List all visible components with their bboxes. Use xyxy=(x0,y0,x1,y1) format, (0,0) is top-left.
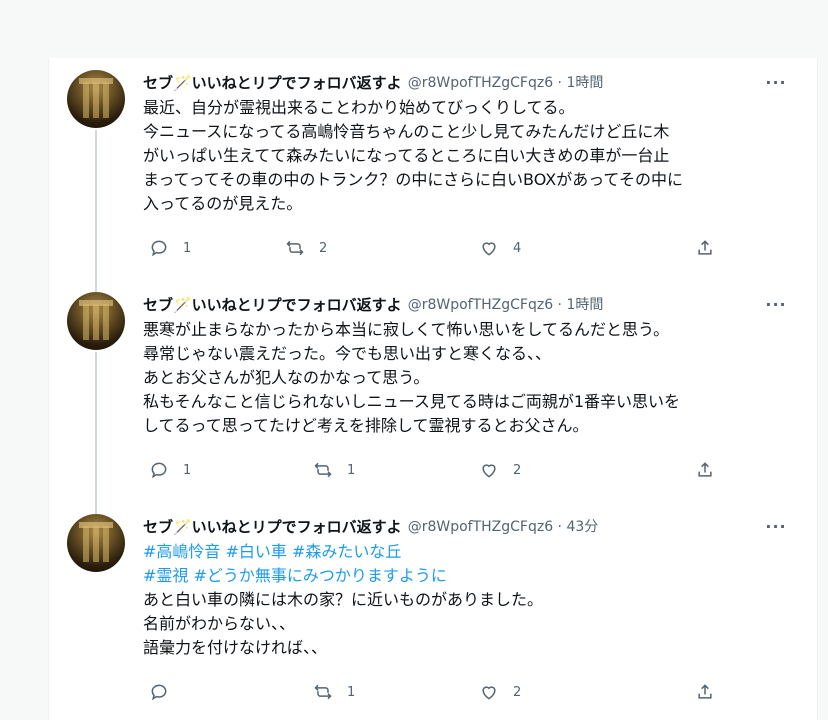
share-button[interactable] xyxy=(695,458,715,482)
hashtag-line[interactable]: #霊視 #どうか無事にみつかりますように xyxy=(143,564,803,588)
thread-connector xyxy=(95,130,97,282)
retweet-button[interactable]: 1 xyxy=(313,680,355,704)
like-icon xyxy=(482,686,496,700)
like-count: 2 xyxy=(513,462,522,478)
like-count: 2 xyxy=(513,684,522,700)
tweet-text-line: 入ってるのが見えた。 xyxy=(143,194,303,213)
tweet-text: #高嶋怜音 #白い車 #森みたいな丘 #霊視 #どうか無事にみつかりますように … xyxy=(143,540,803,660)
tweet-header: セブ🪄いいねとリプでフォロバ返すよ @r8WpofTHZgCFqz6 · 1時間 xyxy=(143,292,783,316)
tweet-text-line: 尋常じゃない震えだった。今でも思い出すと寒くなる、、 xyxy=(143,344,552,363)
avatar[interactable] xyxy=(67,70,125,128)
thread-connector xyxy=(95,280,97,292)
like-button[interactable]: 2 xyxy=(479,680,521,704)
display-name[interactable]: セブ🪄いいねとリプでフォロバ返すよ xyxy=(143,294,402,315)
handle-and-time[interactable]: @r8WpofTHZgCFqz6 · 1時間 xyxy=(408,72,604,92)
display-name[interactable]: セブ🪄いいねとリプでフォロバ返すよ xyxy=(143,516,402,537)
tweet-text-line: まってってその車の中のトランク？の中にさらに白いBOXがあってその中に xyxy=(143,170,683,189)
tweet-text-line: がいっぱい生えてて森みたいになってるところに白い大きめの車が一台止 xyxy=(143,146,670,165)
like-button[interactable]: 4 xyxy=(479,236,521,260)
tweet-text-line: 最近、自分が霊視出来ることわかり始めてびっくりしてる。 xyxy=(143,98,575,117)
tweet-3[interactable]: セブ🪄いいねとリプでフォロバ返すよ @r8WpofTHZgCFqz6 · 43分… xyxy=(49,502,817,720)
tweet-text-line: 今ニュースになってる高嶋怜音ちゃんのこと少し見てみたんだけど丘に木 xyxy=(143,122,670,141)
share-button[interactable] xyxy=(695,236,715,260)
display-name[interactable]: セブ🪄いいねとリプでフォロバ返すよ xyxy=(143,72,402,93)
tweet-text-line: してるって思ってたけど考えを排除して霊視するとお父さん。 xyxy=(143,416,589,435)
more-icon[interactable]: ··· xyxy=(761,70,791,94)
share-button[interactable] xyxy=(695,680,715,704)
avatar[interactable] xyxy=(67,292,125,350)
retweet-count: 1 xyxy=(347,462,356,478)
tweet-actions: 1 1 2 xyxy=(143,458,743,482)
share-icon xyxy=(698,462,712,477)
handle-and-time[interactable]: @r8WpofTHZgCFqz6 · 1時間 xyxy=(408,294,604,314)
like-icon xyxy=(482,242,496,256)
share-icon xyxy=(698,240,712,255)
retweet-button[interactable]: 2 xyxy=(285,236,327,260)
tweet-text-line: 私もそんなこと信じられないしニュース見てる時はご両親が1番辛い思いを xyxy=(143,392,681,411)
retweet-count: 1 xyxy=(347,684,356,700)
retweet-icon xyxy=(314,684,332,700)
like-count: 4 xyxy=(513,240,522,256)
share-icon xyxy=(698,684,712,699)
retweet-icon xyxy=(314,462,332,478)
tweet-actions: 1 2 xyxy=(143,680,743,704)
reply-button[interactable]: 1 xyxy=(149,236,191,260)
tweet-text-line: 語彙力を付けなければ、、 xyxy=(143,638,328,657)
reply-count: 1 xyxy=(183,240,192,256)
retweet-button[interactable]: 1 xyxy=(313,458,355,482)
tweet-text-line: 悪寒が止まらなかったから本当に寂しくて怖い思いをしてるんだと思う。 xyxy=(143,320,670,339)
thread-connector xyxy=(95,502,97,514)
more-icon[interactable]: ··· xyxy=(761,514,791,538)
tweet-2[interactable]: セブ🪄いいねとリプでフォロバ返すよ @r8WpofTHZgCFqz6 · 1時間… xyxy=(49,280,817,502)
tweet-header: セブ🪄いいねとリプでフォロバ返すよ @r8WpofTHZgCFqz6 · 1時間 xyxy=(143,70,783,94)
reply-icon xyxy=(151,684,167,701)
tweet-text-line: 名前がわからない、、 xyxy=(143,614,296,633)
reply-button[interactable]: 1 xyxy=(149,458,191,482)
hashtag-line[interactable]: #高嶋怜音 #白い車 #森みたいな丘 xyxy=(143,540,803,564)
like-icon xyxy=(482,464,496,478)
tweet-actions: 1 2 4 xyxy=(143,236,743,260)
like-button[interactable]: 2 xyxy=(479,458,521,482)
retweet-count: 2 xyxy=(319,240,328,256)
reply-count: 1 xyxy=(183,462,192,478)
reply-icon xyxy=(151,462,167,479)
tweet-text: 悪寒が止まらなかったから本当に寂しくて怖い思いをしてるんだと思う。 尋常じゃない… xyxy=(143,318,803,438)
retweet-icon xyxy=(286,240,304,256)
reply-icon xyxy=(151,240,167,257)
tweet-header: セブ🪄いいねとリプでフォロバ返すよ @r8WpofTHZgCFqz6 · 43分 xyxy=(143,514,783,538)
handle-and-time[interactable]: @r8WpofTHZgCFqz6 · 43分 xyxy=(408,516,599,536)
tweet-text: 最近、自分が霊視出来ることわかり始めてびっくりしてる。 今ニュースになってる高嶋… xyxy=(143,96,803,216)
avatar[interactable] xyxy=(67,514,125,572)
thread-connector xyxy=(95,352,97,502)
tweet-thread: セブ🪄いいねとリプでフォロバ返すよ @r8WpofTHZgCFqz6 · 1時間… xyxy=(48,58,818,720)
reply-button[interactable] xyxy=(149,680,183,704)
tweet-text-line: あと白い車の隣には木の家？に近いものがありました。 xyxy=(143,590,544,609)
more-icon[interactable]: ··· xyxy=(761,292,791,316)
tweet-text-line: あとお父さんが犯人なのかなって思う。 xyxy=(143,368,430,387)
tweet-1[interactable]: セブ🪄いいねとリプでフォロバ返すよ @r8WpofTHZgCFqz6 · 1時間… xyxy=(49,58,817,282)
page: セブ🪄いいねとリプでフォロバ返すよ @r8WpofTHZgCFqz6 · 1時間… xyxy=(0,0,828,720)
